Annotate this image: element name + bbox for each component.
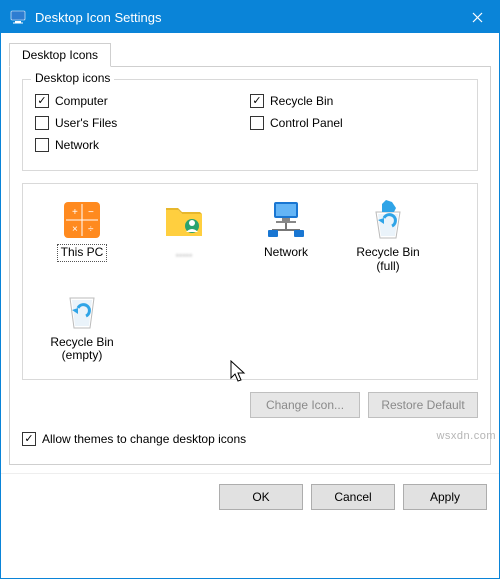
icon-preview-area: + − × ÷ This PC bbox=[22, 183, 478, 380]
icon-label: Recycle Bin (empty) bbox=[48, 336, 115, 364]
check-controlpanel[interactable]: Control Panel bbox=[250, 116, 465, 130]
dialog-footer: OK Cancel Apply bbox=[1, 473, 499, 522]
apply-button[interactable]: Apply bbox=[403, 484, 487, 510]
watermark: wsxdn.com bbox=[436, 430, 496, 442]
icon-action-row: Change Icon... Restore Default bbox=[22, 392, 478, 418]
system-icon bbox=[9, 8, 27, 26]
svg-text:÷: ÷ bbox=[88, 224, 94, 235]
check-recyclebin[interactable]: ✓ Recycle Bin bbox=[250, 94, 465, 108]
icon-network[interactable]: Network bbox=[237, 194, 335, 276]
check-network[interactable]: Network bbox=[35, 138, 250, 152]
check-label: Computer bbox=[55, 94, 108, 108]
recycle-full-icon bbox=[364, 196, 412, 244]
checkbox-icon bbox=[35, 138, 49, 152]
icon-this-pc[interactable]: + − × ÷ This PC bbox=[33, 194, 131, 276]
check-label: Recycle Bin bbox=[270, 94, 333, 108]
icon-user-folder[interactable]: ..... bbox=[135, 194, 233, 276]
titlebar: Desktop Icon Settings bbox=[1, 1, 499, 33]
close-button[interactable] bbox=[455, 1, 499, 33]
user-folder-icon bbox=[160, 196, 208, 244]
client-area: Desktop Icons Desktop icons ✓ Computer U… bbox=[1, 33, 499, 473]
icon-recycle-empty[interactable]: Recycle Bin (empty) bbox=[33, 284, 131, 366]
checkbox-icon: ✓ bbox=[35, 94, 49, 108]
check-allow-themes[interactable]: ✓ Allow themes to change desktop icons bbox=[22, 432, 478, 446]
checkbox-icon: ✓ bbox=[250, 94, 264, 108]
group-legend: Desktop icons bbox=[31, 71, 114, 85]
tab-panel: Desktop icons ✓ Computer User's Files Ne… bbox=[9, 67, 491, 465]
icon-label: Network bbox=[262, 246, 310, 260]
ok-button[interactable]: OK bbox=[219, 484, 303, 510]
change-icon-button[interactable]: Change Icon... bbox=[250, 392, 360, 418]
svg-text:+: + bbox=[72, 207, 78, 218]
check-label: Network bbox=[55, 138, 99, 152]
icon-label: ..... bbox=[161, 246, 207, 260]
icon-label: This PC bbox=[59, 246, 106, 260]
restore-default-button[interactable]: Restore Default bbox=[368, 392, 478, 418]
network-icon bbox=[262, 196, 310, 244]
check-label: Allow themes to change desktop icons bbox=[42, 432, 246, 446]
check-label: Control Panel bbox=[270, 116, 343, 130]
cancel-button[interactable]: Cancel bbox=[311, 484, 395, 510]
icon-recycle-full[interactable]: Recycle Bin (full) bbox=[339, 194, 437, 276]
check-computer[interactable]: ✓ Computer bbox=[35, 94, 250, 108]
group-desktop-icons: Desktop icons ✓ Computer User's Files Ne… bbox=[22, 79, 478, 171]
checkbox-icon bbox=[250, 116, 264, 130]
check-usersfiles[interactable]: User's Files bbox=[35, 116, 250, 130]
checkbox-icon bbox=[35, 116, 49, 130]
tabstrip: Desktop Icons bbox=[9, 43, 491, 67]
icon-label: Recycle Bin (full) bbox=[354, 246, 421, 274]
svg-text:×: × bbox=[72, 224, 78, 235]
window-title: Desktop Icon Settings bbox=[35, 10, 161, 25]
tab-desktop-icons[interactable]: Desktop Icons bbox=[9, 43, 111, 67]
check-label: User's Files bbox=[55, 116, 117, 130]
recycle-empty-icon bbox=[58, 286, 106, 334]
this-pc-icon: + − × ÷ bbox=[58, 196, 106, 244]
checkbox-icon: ✓ bbox=[22, 432, 36, 446]
svg-text:−: − bbox=[88, 207, 94, 218]
